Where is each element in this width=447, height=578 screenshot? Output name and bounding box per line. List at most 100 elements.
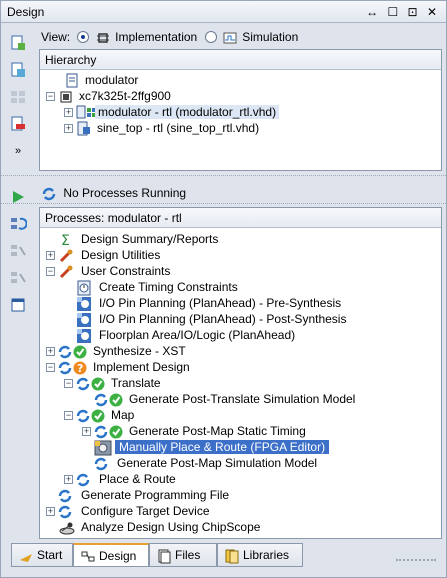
tab-start[interactable]: Start [11, 543, 73, 567]
collapse-toggle[interactable]: − [64, 379, 73, 389]
design-window: Design ↔ ☐ ⊡ ✕ » View: Implementation Si… [0, 0, 447, 578]
process-item[interactable]: + Configure Target Device [46, 503, 210, 519]
window-titlebar: Design ↔ ☐ ⊡ ✕ [1, 1, 446, 23]
view-label: View: [41, 29, 71, 44]
splitter[interactable] [1, 175, 446, 179]
process-item-label: Translate [111, 376, 161, 390]
add-copy-icon[interactable] [7, 86, 29, 108]
implementation-label[interactable]: Implementation [115, 30, 197, 44]
processes-panel: Processes: modulator - rtl Σ Design Summa… [39, 207, 442, 539]
window-controls[interactable]: ↔ ☐ ⊡ ✕ [366, 1, 440, 23]
hierarchy-item-sine-top[interactable]: + sine_top - rtl (sine_top_rtl.vhd) [64, 120, 259, 136]
process-item[interactable]: Generate Programming File [46, 487, 229, 503]
process-item-label: Map [111, 408, 135, 422]
expand-toggle[interactable]: + [64, 124, 73, 134]
process-item-label: Design Utilities [81, 248, 161, 262]
expand-toggle[interactable]: + [82, 427, 91, 437]
process-item-label: Generate Programming File [81, 488, 230, 502]
expand-toggle[interactable]: + [46, 507, 55, 517]
process-item[interactable]: − Map [64, 407, 134, 423]
expand-toggle[interactable]: + [46, 251, 55, 261]
run-icon [76, 472, 94, 488]
hierarchy-item-modulator[interactable]: + modulator - rtl (modulator_rtl.vhd) [64, 104, 280, 121]
process-item[interactable]: −? Implement Design [46, 359, 190, 375]
tab-design[interactable]: Design [73, 543, 149, 567]
collapse-toggle[interactable]: − [46, 92, 55, 102]
vhdl-module-icon [76, 105, 96, 121]
process-item-label: Implement Design [93, 360, 190, 374]
run-icon [58, 488, 76, 504]
chipscope-icon [58, 520, 76, 536]
process-item-label: I/O Pin Planning (PlanAhead) - Post-Synt… [99, 312, 347, 326]
hierarchy-panel: Hierarchy modulator − xc7k325t-2ffg900 + m… [39, 49, 442, 171]
collapse-toggle[interactable]: − [64, 411, 73, 421]
design-icon [80, 549, 96, 565]
hierarchy-toolbar: » [7, 27, 33, 167]
tools-icon [58, 248, 76, 264]
hierarchy-item-project[interactable]: modulator [64, 72, 138, 88]
tools-icon [58, 264, 76, 280]
collapse-toggle[interactable]: − [46, 363, 55, 373]
process-item[interactable]: Floorplan Area/IO/Logic (PlanAhead) [64, 327, 295, 343]
process-item[interactable]: − User Constraints [46, 263, 170, 279]
svg-text:Σ: Σ [61, 233, 70, 248]
sigma-icon: Σ [58, 232, 76, 249]
new-source-icon[interactable] [7, 32, 29, 54]
resize-grip[interactable] [396, 559, 436, 565]
libraries-icon [224, 548, 240, 564]
simulation-label[interactable]: Simulation [242, 30, 298, 44]
process-item-label: Generate Post-Map Simulation Model [117, 456, 318, 470]
process-item[interactable]: I/O Pin Planning (PlanAhead) - Pre-Synth… [64, 295, 341, 311]
rerun-all-icon[interactable] [7, 213, 29, 235]
expand-toggle[interactable]: + [46, 347, 55, 357]
collapse-toggle[interactable]: − [46, 267, 55, 277]
run-icon [58, 504, 76, 520]
view-properties-icon[interactable] [7, 294, 29, 316]
process-item-label: Generate Post-Translate Simulation Model [129, 392, 356, 406]
process-item[interactable]: − Translate [64, 375, 161, 391]
run-icon [94, 456, 112, 472]
process-item[interactable]: Generate Post-Map Simulation Model [82, 455, 317, 471]
remove-source-icon[interactable] [7, 113, 29, 135]
process-item[interactable]: Create Timing Constraints [64, 279, 238, 296]
run-ok-icon [94, 424, 124, 440]
process-item[interactable]: I/O Pin Planning (PlanAhead) - Post-Synt… [64, 311, 346, 327]
tab-libraries[interactable]: Libraries [217, 543, 303, 567]
process-item-label: Synthesize - XST [93, 344, 186, 358]
process-status-text: No Processes Running [63, 186, 187, 200]
process-item-label: Floorplan Area/IO/Logic (PlanAhead) [99, 328, 296, 342]
stop-icon[interactable] [7, 240, 29, 262]
process-item[interactable]: Analyze Design Using ChipScope [46, 519, 260, 535]
planahead-icon [76, 328, 94, 344]
process-item[interactable]: + Synthesize - XST [46, 343, 186, 359]
doc-icon [64, 73, 80, 89]
implementation-icon [96, 30, 110, 44]
add-source-icon[interactable] [7, 59, 29, 81]
process-toolbar [7, 181, 33, 321]
process-item[interactable]: Manually Place & Route (FPGA Editor) [82, 439, 330, 456]
implementation-radio[interactable] [77, 30, 90, 43]
process-item[interactable]: + Generate Post-Map Static Timing [82, 423, 306, 439]
process-status-bar: No Processes Running [41, 183, 186, 203]
planahead-icon [76, 312, 94, 328]
collapse-icon[interactable]: » [7, 140, 29, 162]
tab-files[interactable]: Files [149, 543, 217, 567]
process-item[interactable]: + Place & Route [64, 471, 176, 487]
hierarchy-item-device[interactable]: − xc7k325t-2ffg900 [46, 88, 171, 104]
expand-toggle[interactable]: + [64, 108, 73, 118]
process-item-label: Generate Post-Map Static Timing [129, 424, 306, 438]
run-warn-icon: ? [58, 360, 88, 376]
process-item-label: I/O Pin Planning (PlanAhead) - Pre-Synth… [99, 296, 342, 310]
process-item-label: Configure Target Device [81, 504, 210, 518]
process-item[interactable]: Σ Design Summary/Reports [46, 231, 219, 249]
expand-toggle[interactable]: + [64, 475, 73, 485]
process-item[interactable]: Generate Post-Translate Simulation Model [82, 391, 355, 407]
view-selector: View: Implementation Simulation [41, 25, 298, 47]
run-ok-icon [76, 408, 106, 424]
simulation-radio[interactable] [204, 30, 217, 43]
process-item[interactable]: + Design Utilities [46, 247, 160, 263]
cleanup-icon[interactable] [7, 267, 29, 289]
process-item-label: Design Summary/Reports [81, 232, 219, 246]
vhdl-module-icon [76, 121, 92, 137]
process-item-label: Analyze Design Using ChipScope [81, 520, 261, 534]
